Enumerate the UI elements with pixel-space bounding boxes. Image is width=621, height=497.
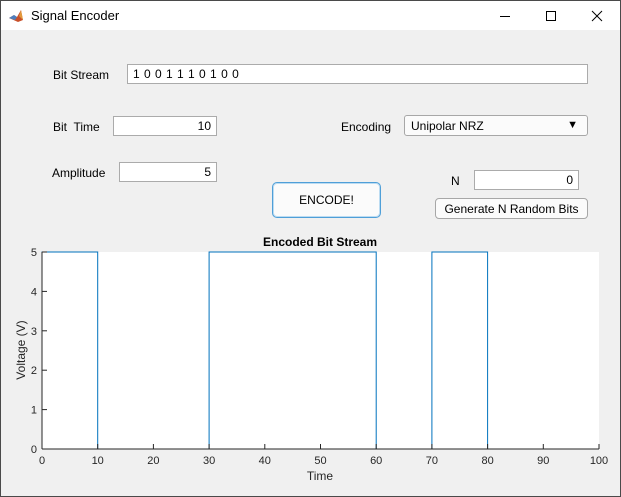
x-tick-label: 80 bbox=[481, 455, 493, 467]
close-button[interactable] bbox=[574, 1, 620, 30]
bit-stream-input[interactable]: 1 0 0 1 1 1 0 1 0 0 bbox=[127, 64, 588, 84]
x-tick-label: 100 bbox=[590, 455, 608, 467]
close-icon bbox=[591, 10, 603, 21]
minimize-button[interactable] bbox=[482, 1, 528, 30]
encoding-dropdown[interactable]: Unipolar NRZ ▼ bbox=[404, 115, 588, 136]
encoding-selected-value: Unipolar NRZ bbox=[411, 119, 484, 133]
bit-time-label: Bit Time bbox=[53, 120, 100, 134]
n-label: N bbox=[451, 174, 460, 188]
amplitude-input[interactable]: 5 bbox=[119, 162, 217, 182]
generate-random-bits-button[interactable]: Generate N Random Bits bbox=[435, 198, 588, 219]
y-tick-label: 2 bbox=[31, 365, 37, 377]
x-tick-label: 20 bbox=[147, 455, 159, 467]
x-tick-label: 90 bbox=[537, 455, 549, 467]
y-tick-label: 5 bbox=[31, 247, 37, 259]
x-tick-label: 10 bbox=[92, 455, 104, 467]
y-tick-label: 0 bbox=[31, 444, 37, 456]
y-tick-label: 4 bbox=[31, 286, 37, 298]
x-tick-label: 60 bbox=[370, 455, 382, 467]
matlab-logo-icon bbox=[9, 10, 23, 22]
maximize-button[interactable] bbox=[528, 1, 574, 30]
app-window: Signal Encoder Bit Stream 1 0 0 1 1 1 0 … bbox=[0, 0, 621, 497]
bit-time-input[interactable]: 10 bbox=[113, 116, 217, 136]
encode-button[interactable]: ENCODE! bbox=[272, 182, 381, 218]
bit-stream-label: Bit Stream bbox=[53, 68, 110, 82]
window-title: Signal Encoder bbox=[31, 8, 120, 23]
minimize-icon bbox=[500, 15, 510, 17]
y-tick-label: 3 bbox=[31, 326, 37, 338]
n-input[interactable]: 0 bbox=[474, 170, 579, 190]
y-axis-label: Voltage (V) bbox=[14, 320, 28, 379]
x-tick-label: 40 bbox=[259, 455, 271, 467]
maximize-icon bbox=[546, 10, 556, 21]
y-tick-label: 1 bbox=[31, 405, 37, 417]
encoded-bit-stream-chart: Encoded Bit Stream 0 10 20 30 40 50 60 70 80 90 10… bbox=[14, 235, 608, 483]
x-tick-label: 30 bbox=[203, 455, 215, 467]
plot-area bbox=[42, 252, 599, 449]
x-tick-label: 0 bbox=[39, 455, 45, 467]
dropdown-arrow-icon: ▼ bbox=[567, 119, 578, 131]
x-tick-label: 50 bbox=[314, 455, 326, 467]
title-bar[interactable]: Signal Encoder bbox=[1, 1, 620, 30]
amplitude-label: Amplitude bbox=[52, 166, 106, 180]
chart-title: Encoded Bit Stream bbox=[263, 235, 377, 249]
x-tick-label: 70 bbox=[426, 455, 438, 467]
encoding-label: Encoding bbox=[341, 120, 392, 134]
x-axis-label: Time bbox=[307, 469, 334, 483]
